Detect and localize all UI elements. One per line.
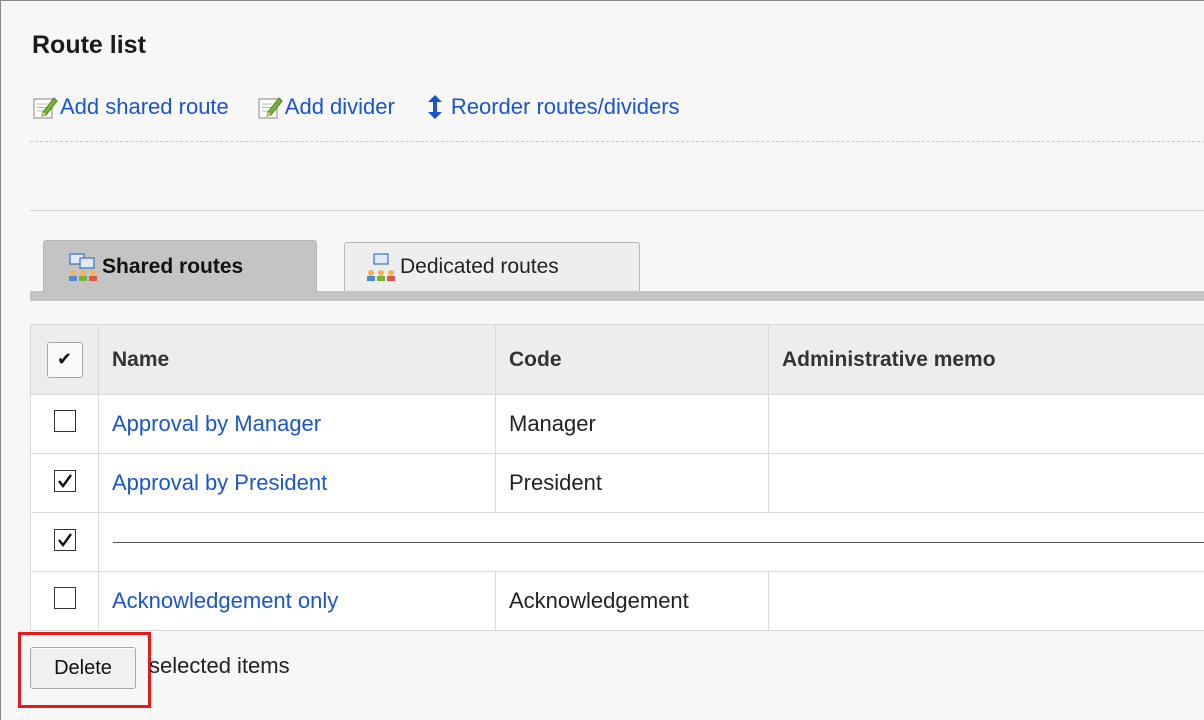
dedicated-routes-icon [367, 253, 395, 281]
route-list-page: Route list Add shared route Add divider … [0, 0, 1204, 720]
tab-shared-routes-label: Shared routes [102, 254, 244, 278]
route-memo-cell [768, 453, 1204, 513]
add-divider-label: Add divider [284, 94, 395, 119]
delete-button[interactable]: Delete [30, 647, 136, 689]
route-code-cell: Acknowledgement [495, 571, 769, 631]
row-checkbox[interactable] [53, 587, 76, 609]
route-name-cell: Approval by President [98, 453, 496, 513]
row-checkbox[interactable] [53, 470, 76, 492]
reorder-routes-link[interactable]: Reorder routes/dividers [423, 94, 680, 120]
route-name-link[interactable]: Approval by Manager [112, 411, 321, 436]
route-name-link[interactable]: Approval by President [112, 470, 327, 495]
row-checkbox[interactable] [53, 410, 76, 432]
edit-pencil-icon [33, 97, 58, 119]
route-memo-cell [768, 394, 1204, 454]
route-code-cell: President [495, 453, 769, 513]
table-header-row: ✔ Name Code Administrative memo [30, 324, 1204, 395]
checkmark-icon [57, 533, 72, 547]
row-checkbox-cell [30, 571, 99, 631]
reorder-routes-label: Reorder routes/dividers [450, 94, 680, 119]
row-checkbox-cell [30, 453, 99, 513]
row-checkbox-cell [30, 394, 99, 454]
divider-cell [98, 512, 1204, 572]
check-all-button[interactable]: ✔ [46, 341, 83, 378]
tab-dedicated-routes-label: Dedicated routes [400, 255, 559, 278]
route-tabs: Shared routes Dedicated routes [30, 240, 1204, 301]
check-all-cell: ✔ [30, 324, 99, 395]
delete-selected-label: selected items [149, 653, 290, 678]
toolbar-separator [30, 141, 1204, 142]
checkmark-icon [57, 474, 72, 488]
table-row-divider [30, 512, 1204, 572]
route-table: ✔ Name Code Administrative memo Approval… [30, 324, 1204, 631]
page-title: Route list [32, 31, 146, 59]
tab-shared-routes[interactable]: Shared routes [43, 240, 317, 292]
row-checkbox-cell [30, 512, 99, 572]
route-name-cell: Acknowledgement only [98, 571, 496, 631]
tab-baseline [30, 291, 1204, 301]
column-header-memo: Administrative memo [768, 324, 1204, 395]
table-row: Acknowledgement only Acknowledgement [30, 571, 1204, 631]
up-down-arrow-icon [427, 95, 442, 119]
route-code-cell: Manager [495, 394, 769, 454]
add-divider-link[interactable]: Add divider [257, 94, 395, 120]
shared-routes-icon [69, 252, 97, 281]
add-shared-route-label: Add shared route [60, 94, 229, 119]
section-separator [30, 210, 1204, 211]
divider-line [113, 541, 1204, 543]
route-name-link[interactable]: Acknowledgement only [112, 588, 338, 613]
route-memo-cell [768, 571, 1204, 631]
table-row: Approval by Manager Manager [30, 394, 1204, 454]
add-shared-route-link[interactable]: Add shared route [32, 94, 229, 120]
table-row: Approval by President President [30, 453, 1204, 513]
route-name-cell: Approval by Manager [98, 394, 496, 454]
tab-dedicated-routes[interactable]: Dedicated routes [344, 242, 640, 291]
column-header-name: Name [98, 324, 496, 395]
edit-pencil-icon [258, 97, 283, 119]
row-checkbox[interactable] [53, 529, 76, 551]
column-header-code: Code [495, 324, 769, 395]
toolbar: Add shared route Add divider Reorder rou… [32, 91, 708, 123]
